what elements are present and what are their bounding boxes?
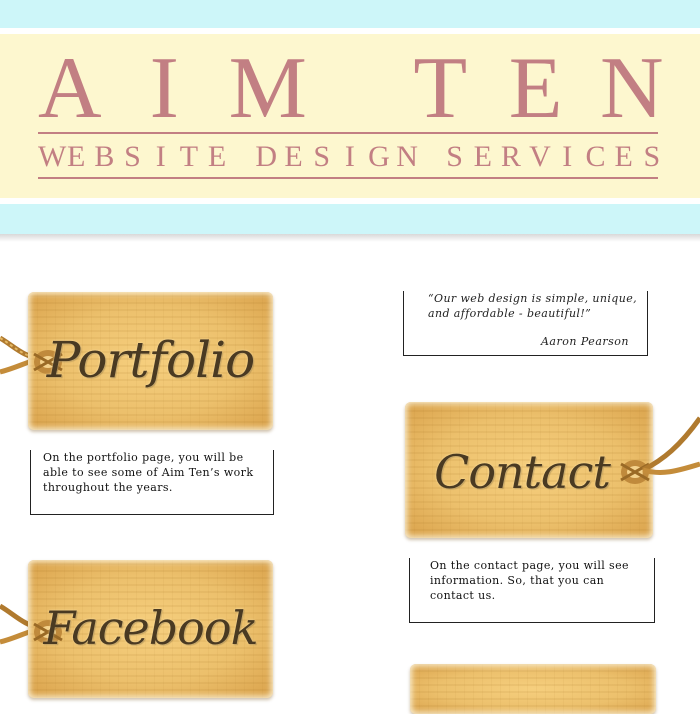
title-letter: E — [614, 140, 633, 173]
title-letter: N — [599, 40, 664, 137]
title-letter-space — [424, 140, 436, 174]
next-tag-icon[interactable] — [410, 664, 656, 714]
header-band-bottom — [0, 204, 700, 234]
contact-description: On the contact page, you will see inform… — [430, 559, 629, 602]
title-letter: S — [313, 140, 331, 173]
title-letter: I — [562, 140, 573, 173]
testimonial-box: “Our web design is simple, unique, and a… — [403, 291, 648, 356]
title-letter: D — [255, 140, 278, 173]
title-letter: S — [124, 140, 141, 173]
title-letter: A — [38, 40, 102, 137]
title-letter: G — [368, 140, 390, 173]
title-letter: E — [508, 40, 563, 137]
title-letter: B — [94, 140, 115, 173]
facebook-tag-icon: Facebook — [28, 560, 273, 698]
title-letter: E — [473, 140, 492, 173]
title-letter: W — [38, 140, 67, 173]
facebook-tag-link[interactable]: Facebook — [0, 556, 280, 706]
title-letter: S — [446, 140, 463, 173]
title-letter-space — [235, 140, 247, 174]
title-letter: V — [529, 140, 551, 173]
site-subtitle: WEBSITE DESIGN SERVICES — [38, 140, 662, 174]
portfolio-tag-link[interactable]: Portfolio — [0, 288, 280, 438]
title-letter: C — [585, 140, 606, 173]
title-letter: N — [396, 140, 418, 173]
title-rule-top — [38, 132, 658, 134]
title-letter: T — [413, 40, 468, 137]
portfolio-tag-icon: Portfolio — [28, 292, 273, 430]
title-letter: T — [179, 140, 199, 173]
title-letter: E — [67, 140, 86, 173]
title-letter: I — [149, 40, 179, 137]
header-band-top — [0, 0, 700, 28]
title-letter: S — [643, 140, 661, 173]
contact-description-box: On the contact page, you will see inform… — [409, 558, 655, 623]
portfolio-tag-label: Portfolio — [46, 331, 255, 389]
title-letter: E — [207, 140, 227, 173]
testimonial-quote: “Our web design is simple, unique, and a… — [428, 292, 638, 320]
portfolio-description: On the portfolio page, you will be able … — [43, 451, 254, 494]
title-letter: I — [155, 140, 166, 173]
testimonial-author: Aaron Pearson — [540, 335, 629, 348]
title-letter: E — [284, 140, 303, 173]
contact-tag-link[interactable]: Contact — [405, 398, 700, 548]
title-letter: R — [500, 140, 521, 173]
title-letter-space — [324, 44, 376, 134]
title-rule-bottom — [38, 177, 658, 179]
title-letter: I — [344, 140, 355, 173]
title-letter: M — [228, 40, 307, 137]
facebook-tag-label: Facebook — [43, 601, 259, 655]
header-shadow — [0, 234, 700, 242]
twine-string-icon — [641, 416, 700, 475]
portfolio-description-box: On the portfolio page, you will be able … — [30, 450, 274, 515]
site-title: AIM TEN — [38, 40, 664, 137]
